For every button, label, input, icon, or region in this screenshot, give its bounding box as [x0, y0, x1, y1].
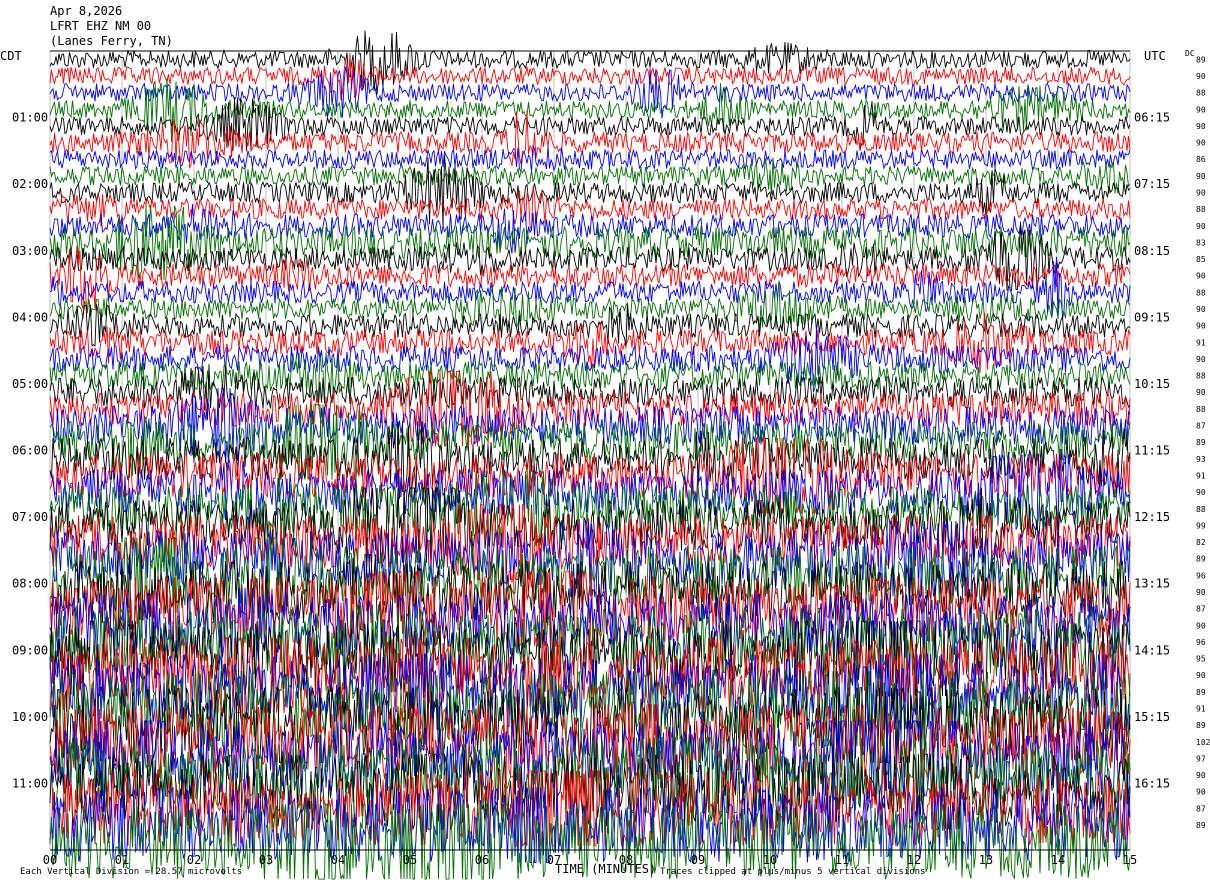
dc-offset-value: 96 — [1196, 638, 1206, 647]
x-tick-label: 05 — [403, 853, 417, 867]
dc-offset-value: 89 — [1196, 438, 1206, 447]
cdt-hour-label: 06:00 — [12, 444, 48, 458]
utc-hour-label: 07:15 — [1134, 177, 1170, 191]
dc-offset-value: 93 — [1196, 455, 1206, 464]
dc-offset-value: 90 — [1196, 122, 1206, 131]
dc-offset-value: 91 — [1196, 338, 1206, 347]
dc-offset-value: 91 — [1196, 705, 1206, 714]
cdt-hour-label: 09:00 — [12, 643, 48, 657]
dc-offset-value: 82 — [1196, 538, 1206, 547]
dc-offset-value: 90 — [1196, 222, 1206, 231]
x-tick-label: 03 — [259, 853, 273, 867]
dc-offset-value: 90 — [1196, 322, 1206, 331]
scale-note: Each Vertical Division = 28.57 microvolt… — [20, 867, 243, 877]
cdt-hour-label: 04:00 — [12, 310, 48, 324]
helicorder-plot: 00 01 02 03 04 05 06 07 08 09 10 11 12 13 14 1501:0002:… — [12, 30, 1210, 880]
dc-offset-value: 90 — [1196, 771, 1206, 780]
dc-offset-value: 90 — [1196, 272, 1206, 281]
x-tick-label: 13 — [979, 853, 993, 867]
x-tick-label: 00 — [43, 853, 57, 867]
dc-offset-value: 90 — [1196, 105, 1206, 114]
dc-offset-value: 90 — [1196, 172, 1206, 181]
dc-offset-value: 88 — [1196, 405, 1206, 414]
x-tick-label: 14 — [1051, 853, 1065, 867]
dc-offset-value: 88 — [1196, 505, 1206, 514]
dc-offset-value: 97 — [1196, 754, 1206, 763]
utc-hour-label: 09:15 — [1134, 310, 1170, 324]
trace-row-6 — [49, 144, 1131, 173]
dc-offset-value: 95 — [1196, 655, 1206, 664]
utc-hour-label: 08:15 — [1134, 244, 1170, 258]
dc-offset-value: 99 — [1196, 521, 1206, 530]
dc-offset-value: 87 — [1196, 605, 1206, 614]
x-axis-label: TIME (MINUTES) — [555, 862, 657, 876]
dc-offset-value: 90 — [1196, 305, 1206, 314]
trace-row-17 — [49, 312, 1131, 373]
cdt-hour-label: 02:00 — [12, 177, 48, 191]
dc-offset-value: 90 — [1196, 355, 1206, 364]
cdt-hour-label: 10:00 — [12, 710, 48, 724]
dc-offset-value: 83 — [1196, 238, 1206, 247]
dc-offset-value: 89 — [1196, 721, 1206, 730]
dc-offset-value: 90 — [1196, 139, 1206, 148]
utc-hour-label: 14:15 — [1134, 643, 1170, 657]
utc-hour-label: 11:15 — [1134, 444, 1170, 458]
cdt-hour-label: 05:00 — [12, 377, 48, 391]
dc-offset-value: 89 — [1196, 555, 1206, 564]
dc-offset-value: 88 — [1196, 205, 1206, 214]
dc-offset-value: 96 — [1196, 571, 1206, 580]
dc-offset-value: 90 — [1196, 388, 1206, 397]
cdt-hour-label: 08:00 — [12, 577, 48, 591]
cdt-hour-label: 07:00 — [12, 510, 48, 524]
x-tick-label: 02 — [187, 853, 201, 867]
trace-row-16 — [49, 304, 1131, 348]
utc-hour-label: 06:15 — [1134, 111, 1170, 125]
utc-hour-label: 15:15 — [1134, 710, 1170, 724]
utc-hour-label: 12:15 — [1134, 510, 1170, 524]
clip-note: Traces clipped at plus/minus 5 vertical … — [660, 867, 926, 877]
dc-offset-value: 85 — [1196, 255, 1206, 264]
utc-hour-label: 13:15 — [1134, 577, 1170, 591]
trace-row-14 — [49, 256, 1131, 320]
x-tick-label: 09 — [691, 853, 705, 867]
cdt-hour-label: 01:00 — [12, 111, 48, 125]
trace-row-19 — [49, 352, 1131, 404]
dc-offset-value: 90 — [1196, 671, 1206, 680]
dc-offset-value: 89 — [1196, 821, 1206, 830]
dc-offset-value: 90 — [1196, 621, 1206, 630]
dc-offset-value: 86 — [1196, 155, 1206, 164]
dc-offset-value: 87 — [1196, 422, 1206, 431]
dc-offset-value: 90 — [1196, 788, 1206, 797]
cdt-hour-label: 03:00 — [12, 244, 48, 258]
cdt-hour-label: 11:00 — [12, 776, 48, 790]
dc-offset-value: 88 — [1196, 288, 1206, 297]
dc-offset-value: 88 — [1196, 372, 1206, 381]
dc-offset-value: 90 — [1196, 188, 1206, 197]
dc-offset-value: 89 — [1196, 55, 1206, 64]
x-tick-label: 15 — [1123, 853, 1137, 867]
x-tick-label: 06 — [475, 853, 489, 867]
trace-row-4 — [49, 97, 1131, 152]
utc-hour-label: 10:15 — [1134, 377, 1170, 391]
dc-offset-value: 89 — [1196, 688, 1206, 697]
utc-hour-label: 16:15 — [1134, 776, 1170, 790]
x-tick-label: 10 — [763, 853, 777, 867]
x-tick-label: 11 — [835, 853, 849, 867]
x-tick-label: 04 — [331, 853, 345, 867]
dc-offset-value: 102 — [1196, 738, 1210, 747]
dc-offset-value: 90 — [1196, 72, 1206, 81]
dc-offset-value: 90 — [1196, 488, 1206, 497]
x-tick-label: 12 — [907, 853, 921, 867]
dc-offset-value: 87 — [1196, 804, 1206, 813]
dc-offset-value: 91 — [1196, 471, 1206, 480]
dc-offset-value: 88 — [1196, 89, 1206, 98]
dc-offset-value: 90 — [1196, 588, 1206, 597]
x-tick-label: 01 — [115, 853, 129, 867]
trace-row-0 — [49, 30, 1131, 95]
